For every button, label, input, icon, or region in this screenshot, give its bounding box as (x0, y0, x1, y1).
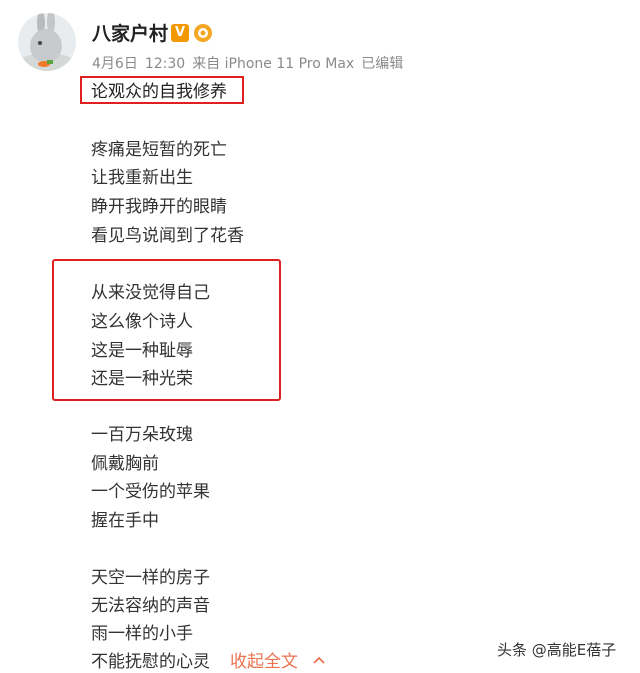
post-date: 4月6日 (92, 56, 138, 72)
avatar[interactable] (18, 13, 76, 71)
title-highlight-box (80, 76, 244, 104)
author-name[interactable]: 八家户村 (92, 22, 168, 46)
poem-line: 这么像个诗人 (91, 312, 193, 332)
post-source[interactable]: 来自 iPhone 11 Pro Max (192, 56, 354, 72)
chevron-up-icon[interactable] (313, 656, 325, 664)
poem-line: 看见鸟说闻到了花香 (91, 226, 244, 246)
collapse-full-text-link[interactable]: 收起全文 (230, 651, 298, 673)
poem-line: 天空一样的房子 (91, 568, 210, 588)
poem-line: 这是一种耻辱 (91, 341, 193, 361)
poem-line: 雨一样的小手 (91, 624, 193, 644)
post-time: 12:30 (144, 56, 186, 72)
poem-line: 一百万朵玫瑰 (91, 425, 193, 445)
poem-line: 还是一种光荣 (91, 369, 193, 389)
poem-line: 无法容纳的声音 (91, 596, 210, 616)
poem-line: 睁开我睁开的眼睛 (91, 197, 227, 217)
level-badge-icon (194, 24, 212, 42)
poem-line: 从来没觉得自己 (91, 283, 210, 303)
poem-line: 一个受伤的苹果 (91, 482, 210, 502)
poem-line: 让我重新出生 (91, 168, 193, 188)
post-meta: 4月6日 12:30 来自 iPhone 11 Pro Max 已编辑 (92, 55, 410, 73)
poem-line: 佩戴胸前 (91, 454, 159, 474)
post-edited[interactable]: 已编辑 (361, 56, 403, 72)
watermark: 头条 @高能E蓓子 (497, 641, 617, 659)
verified-badge-icon: V (171, 24, 189, 42)
poem-line: 疼痛是短暂的死亡 (91, 140, 227, 160)
poem-line: 不能抚慰的心灵 (91, 652, 210, 672)
poem-line: 握在手中 (91, 511, 159, 531)
